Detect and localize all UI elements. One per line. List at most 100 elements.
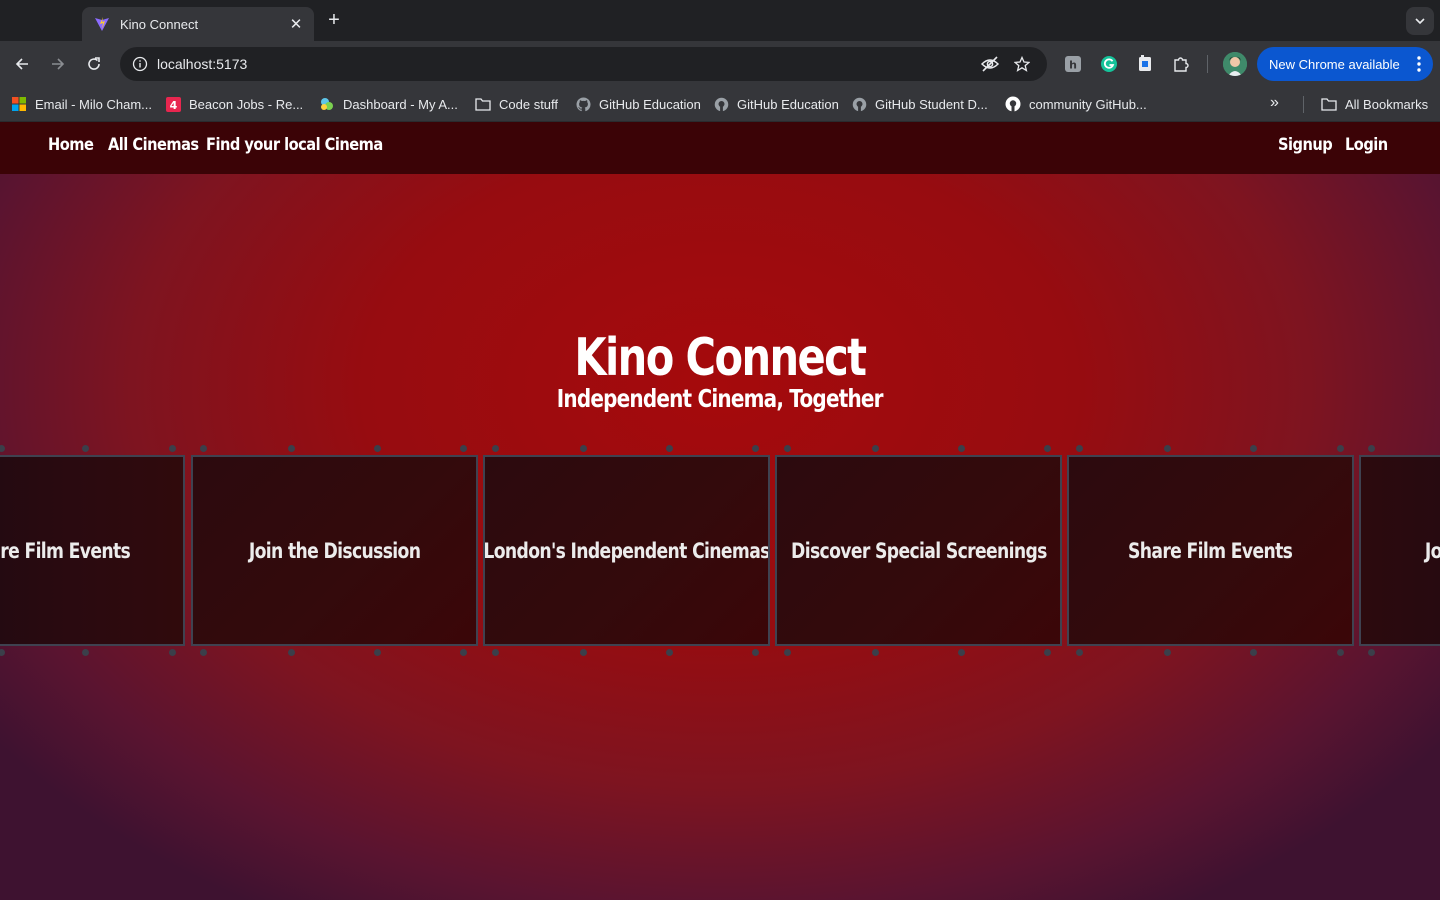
forward-icon[interactable] (44, 50, 72, 78)
new-tab-icon[interactable]: + (322, 9, 346, 33)
perforation-dot (169, 445, 176, 452)
extension-h-icon[interactable]: h (1062, 53, 1084, 75)
github-icon (713, 96, 729, 112)
perforation-dot (1337, 445, 1344, 452)
film-frame[interactable]: Share Film Events (1067, 455, 1354, 646)
update-label: New Chrome available (1269, 56, 1400, 72)
film-frame-label: re Film Events (0, 538, 132, 563)
bookmark-label: GitHub Education (737, 96, 839, 112)
extension-lock-icon[interactable] (1134, 53, 1156, 75)
nav-login-link[interactable]: Login (1345, 135, 1388, 155)
film-frame[interactable]: Join the Discussion (191, 455, 478, 646)
film-frame[interactable]: Discover Special Screenings (775, 455, 1062, 646)
perforation-dot (752, 649, 759, 656)
browser-toolbar: localhost:5173 h New Chrome available (0, 41, 1440, 87)
perforation-dot (200, 445, 207, 452)
perforation-dot (958, 649, 965, 656)
bookmarks-bar: Email - Milo Cham... 4 Beacon Jobs - Re.… (0, 87, 1440, 122)
perforation-dot (169, 649, 176, 656)
perforation-dot (1164, 445, 1171, 452)
profile-avatar[interactable] (1223, 52, 1247, 76)
film-frame[interactable]: London's Independent Cinemas (483, 455, 770, 646)
hero-title: Kino Connect (574, 328, 867, 388)
hero-subtitle: Independent Cinema, Together (557, 384, 884, 413)
perforation-dot (666, 445, 673, 452)
nav-all-cinemas-link[interactable]: All Cinemas (108, 135, 199, 155)
nav-find-local-cinema-link[interactable]: Find your local Cinema (206, 135, 383, 155)
bookmarks-divider (1303, 96, 1304, 113)
tab-close-icon[interactable]: ✕ (288, 15, 304, 33)
perforation-dot (1076, 649, 1083, 656)
film-frame-label: Share Film Events (1128, 538, 1293, 563)
perforation-dot (288, 445, 295, 452)
perforation-dot (1076, 445, 1083, 452)
film-frame-label: Join the Discussion (248, 538, 421, 563)
dashboard-icon (319, 96, 335, 112)
bookmark-email[interactable]: Email - Milo Cham... (11, 95, 152, 113)
bookmark-folder-code-stuff[interactable]: Code stuff (475, 95, 558, 113)
bookmark-github-student[interactable]: GitHub Student D... (851, 95, 988, 113)
bookmark-label: GitHub Education (599, 96, 701, 112)
github-icon (575, 96, 591, 112)
folder-icon (1321, 96, 1337, 112)
bookmark-label: Beacon Jobs - Re... (189, 96, 304, 112)
film-frame-label: Jo (1424, 538, 1440, 563)
perforation-dot (460, 649, 467, 656)
perforation-dot (580, 649, 587, 656)
extensions-puzzle-icon[interactable] (1170, 53, 1192, 75)
more-bookmarks-icon[interactable]: » (1270, 94, 1279, 112)
folder-icon (475, 96, 491, 112)
star-icon[interactable] (1011, 53, 1033, 75)
bookmark-github-education-1[interactable]: GitHub Education (575, 95, 701, 113)
perforation-dot (82, 649, 89, 656)
bookmark-github-education-2[interactable]: GitHub Education (713, 95, 839, 113)
film-frame-label: Discover Special Screenings (790, 538, 1047, 563)
new-chrome-available-button[interactable]: New Chrome available (1257, 47, 1433, 81)
perforation-dot (0, 445, 5, 452)
site-info-icon[interactable] (128, 52, 152, 76)
perforation-dot (492, 445, 499, 452)
nav-signup-link[interactable]: Signup (1278, 135, 1333, 155)
perforation-dot (872, 445, 879, 452)
perforation-dot (492, 649, 499, 656)
perforation-dot (1250, 445, 1257, 452)
menu-kebab-icon (1417, 56, 1421, 72)
nav-home-link[interactable]: Home (48, 135, 94, 155)
svg-text:h: h (1069, 59, 1077, 72)
perforation-dot (200, 649, 207, 656)
browser-tab[interactable]: Kino Connect ✕ (82, 7, 314, 41)
bookmark-label: GitHub Student D... (875, 96, 988, 112)
grammarly-icon[interactable] (1098, 53, 1120, 75)
all-bookmarks-button[interactable]: All Bookmarks (1321, 95, 1428, 113)
film-frame-label: London's Independent Cinemas (483, 538, 770, 563)
beacon-icon: 4 (165, 96, 181, 112)
perforation-dot (958, 445, 965, 452)
eye-off-icon[interactable] (979, 53, 1001, 75)
tab-title: Kino Connect (120, 16, 199, 32)
perforation-dot (872, 649, 879, 656)
perforation-dot (374, 445, 381, 452)
reload-icon[interactable] (80, 50, 108, 78)
perforation-dot (374, 649, 381, 656)
perforation-dot (82, 445, 89, 452)
bookmark-dashboard[interactable]: Dashboard - My A... (319, 95, 458, 113)
perforation-dot (1164, 649, 1171, 656)
film-frame[interactable]: re Film Events (0, 455, 185, 646)
perforation-dot (1368, 649, 1375, 656)
perforation-dot (784, 445, 791, 452)
bookmark-beacon[interactable]: 4 Beacon Jobs - Re... (165, 95, 303, 113)
bookmark-label: community GitHub... (1029, 96, 1147, 112)
tab-search-icon[interactable] (1406, 7, 1434, 35)
perforation-dot (784, 649, 791, 656)
perforation-dot (288, 649, 295, 656)
github-icon (1005, 96, 1021, 112)
perforation-dot (752, 445, 759, 452)
bookmark-label: Dashboard - My A... (343, 96, 458, 112)
back-icon[interactable] (8, 50, 36, 78)
perforation-dot (1337, 649, 1344, 656)
bookmark-community-github[interactable]: community GitHub... (1005, 95, 1147, 113)
vite-favicon-icon (94, 16, 110, 32)
address-bar[interactable]: localhost:5173 (120, 47, 1047, 81)
svg-text:4: 4 (169, 99, 177, 112)
film-frame[interactable]: Jo (1359, 455, 1440, 646)
